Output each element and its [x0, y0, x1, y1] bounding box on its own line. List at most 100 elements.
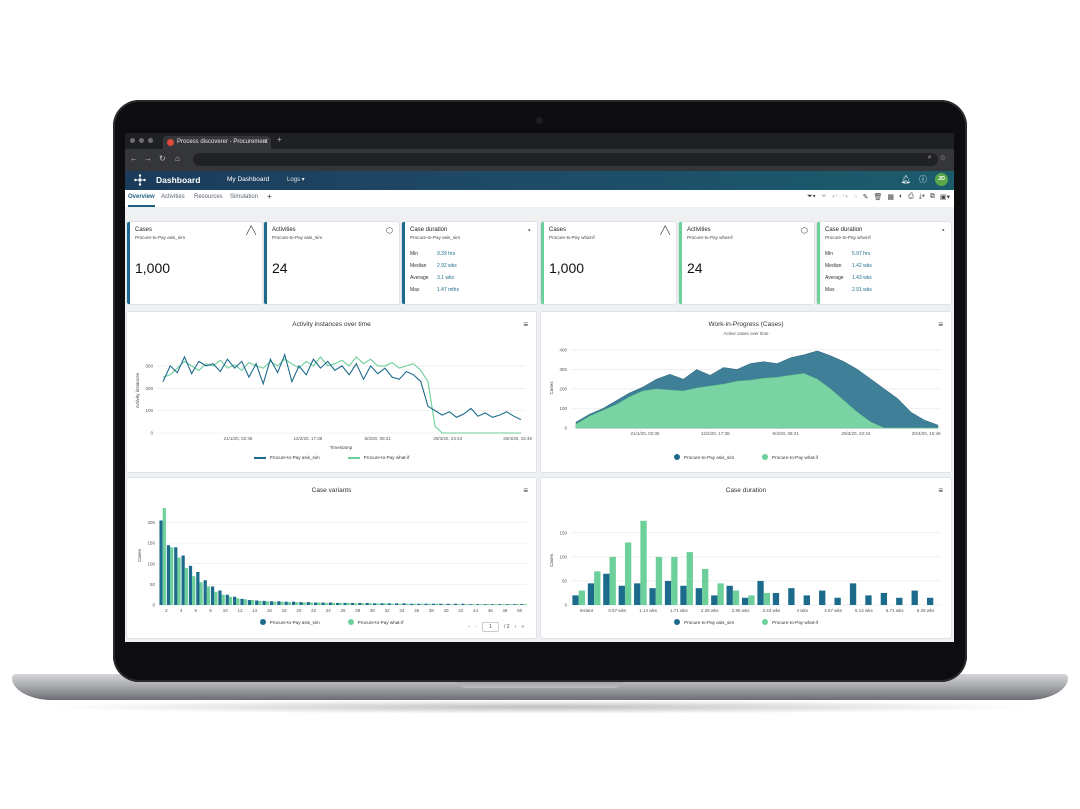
app-title: Dashboard — [156, 175, 200, 185]
kpi-duration-whatif[interactable]: Case duration Procure-to-Pay what-if ◔ M… — [817, 222, 951, 304]
legend-asis[interactable]: Procure-to-Pay asis_sim — [260, 619, 320, 625]
x-tick-label: 34 — [399, 608, 405, 613]
x-tick-label: 30 — [370, 608, 376, 613]
browser-tab-title: Process discoverer - Procurement — [177, 139, 268, 145]
zoom-icon[interactable]: ⌕ — [928, 154, 932, 162]
x-tick-label: 6 — [195, 608, 198, 613]
back-icon[interactable]: ← — [130, 154, 138, 163]
x-tick-label: 29/3/20, 23:43 — [433, 436, 462, 441]
menu-icon[interactable]: ≡ — [938, 320, 943, 329]
kpi-title: Cases — [135, 227, 152, 233]
url-input[interactable] — [193, 153, 938, 166]
filter-icon[interactable]: ⏷▾ — [807, 193, 816, 201]
x-tick-label: 20/4/20, 15:46 — [503, 436, 532, 441]
last-page-icon[interactable]: » — [521, 624, 524, 630]
menu-icon[interactable]: ≡ — [523, 486, 528, 495]
legend-asis[interactable]: Procure-to-Pay asis_sim — [674, 619, 734, 625]
y-tick-label: 100 — [145, 408, 153, 413]
bar-0 — [505, 604, 508, 605]
bell-icon[interactable]: 🔔︎ — [901, 175, 911, 184]
add-tab-button[interactable]: + — [267, 192, 272, 201]
bar-1 — [450, 604, 453, 605]
tab-overview[interactable]: Overview — [128, 194, 155, 200]
kpi-activities-whatif[interactable]: Activities Procure-to-Pay what-if ⬡ 24 — [679, 222, 814, 304]
bar-0 — [211, 586, 214, 605]
chart-title: Case duration — [541, 487, 951, 494]
bar-1 — [442, 604, 445, 605]
nav-logs-dropdown[interactable]: Logs ▾ — [287, 176, 305, 183]
bar-0 — [380, 603, 383, 605]
palette-icon[interactable]: ◐ — [899, 193, 903, 201]
kpi-duration-asis[interactable]: Case duration Procure-to-Pay asis_sim ◔ … — [402, 222, 537, 304]
maximize-window-icon[interactable] — [148, 138, 153, 143]
new-tab-button[interactable]: + — [277, 135, 282, 144]
kpi-cases-asis[interactable]: Cases Procure-to-Pay asis_sim ╱╲ 1,000 — [127, 222, 262, 304]
toolbar: ⏷▾ ⏷ ↶ ↷ ⌂ ✎ 🗑︎ ▦ ◐ ⎙ ⤓▾ ⧉ ▣▾ — [807, 193, 950, 201]
bar-1 — [185, 568, 188, 605]
laptop-shadow — [40, 700, 1040, 714]
reload-icon[interactable]: ↻ — [159, 154, 166, 163]
forward-icon[interactable]: → — [144, 154, 152, 163]
tab-close-icon[interactable]: × — [263, 136, 267, 149]
home-icon[interactable]: ⌂ — [175, 154, 180, 163]
page-input[interactable]: 1 — [482, 622, 499, 632]
bar-1 — [420, 604, 423, 605]
bar-1 — [361, 603, 364, 605]
menu-icon[interactable]: ≡ — [523, 320, 528, 329]
bar-1 — [222, 595, 225, 605]
bar-0 — [307, 602, 310, 605]
export-icon[interactable]: ⧉ — [930, 193, 935, 201]
avatar[interactable]: JD — [935, 173, 948, 186]
bar-0 — [299, 602, 302, 605]
x-tick-label: 1.14 wks — [639, 608, 658, 613]
help-icon[interactable]: ⓘ — [919, 174, 927, 185]
bar-1 — [354, 603, 357, 605]
legend-whatif[interactable]: Procure-to-Pay what-if — [348, 455, 410, 460]
browser-tab[interactable]: Process discoverer - Procurement × — [163, 136, 271, 149]
y-tick-label: 100 — [559, 406, 567, 411]
bookmark-star-icon[interactable]: ☆ — [940, 154, 946, 162]
edit-icon[interactable]: ✎ — [863, 193, 869, 201]
legend-whatif[interactable]: Procure-to-Pay what-if — [348, 619, 404, 625]
kpi-title: Activities — [272, 227, 296, 233]
kpi-cases-whatif[interactable]: Cases Procure-to-Pay what-if ╱╲ 1,000 — [541, 222, 676, 304]
next-page-icon[interactable]: › — [515, 624, 517, 630]
bar-0 — [196, 572, 199, 605]
bar-1 — [594, 571, 600, 605]
tab-resources[interactable]: Resources — [194, 194, 223, 200]
close-window-icon[interactable] — [130, 138, 135, 143]
menu-icon[interactable]: ≡ — [938, 486, 943, 495]
prev-page-icon: ‹ — [476, 624, 478, 630]
legend-asis[interactable]: Procure-to-Pay asis_sim — [254, 455, 320, 460]
x-tick-label: 1.71 wks — [670, 608, 689, 613]
kpi-title: Case duration — [410, 227, 447, 233]
legend-whatif[interactable]: Procure-to-Pay what-if — [762, 454, 818, 460]
bar-1 — [640, 521, 646, 605]
road-icon: ╱╲ — [660, 226, 670, 235]
minimize-window-icon[interactable] — [139, 138, 144, 143]
nav-my-dashboard[interactable]: My Dashboard — [227, 176, 269, 183]
legend-whatif[interactable]: Procure-to-Pay what-if — [762, 619, 818, 625]
bar-0 — [439, 604, 442, 605]
x-tick-label: 42 — [458, 608, 464, 613]
delete-icon[interactable]: 🗑︎ — [873, 193, 882, 201]
browser-tabbar: Process discoverer - Procurement × + — [125, 133, 954, 149]
x-tick-label: 4 wks — [796, 608, 808, 613]
wip-chart-panel: 0100200300400Cases21/1/20, 02:3512/2/20,… — [541, 312, 951, 472]
tab-activities[interactable]: Activities — [161, 194, 185, 200]
kpi-activities-asis[interactable]: Activities Procure-to-Pay asis_sim ⬡ 24 — [264, 222, 399, 304]
layout-icon[interactable]: ▦ — [887, 193, 894, 201]
legend-asis[interactable]: Procure-to-Pay asis_sim — [674, 454, 734, 460]
bar-0 — [520, 604, 523, 605]
kpi-subtitle: Procure-to-Pay asis_sim — [272, 235, 322, 240]
bar-0 — [696, 588, 702, 605]
bar-1 — [347, 603, 350, 605]
x-tick-label: 3.43 wks — [763, 608, 782, 613]
chart-legend: Procure-to-Pay asis_sim Procure-to-Pay w… — [541, 454, 951, 460]
tab-simulation[interactable]: Simulation — [230, 194, 258, 200]
bar-0 — [270, 601, 273, 605]
image-icon[interactable]: ▣▾ — [940, 193, 950, 201]
bar-1 — [244, 599, 247, 605]
print-icon[interactable]: ⎙ — [908, 193, 914, 201]
download-icon[interactable]: ⤓▾ — [919, 193, 925, 201]
